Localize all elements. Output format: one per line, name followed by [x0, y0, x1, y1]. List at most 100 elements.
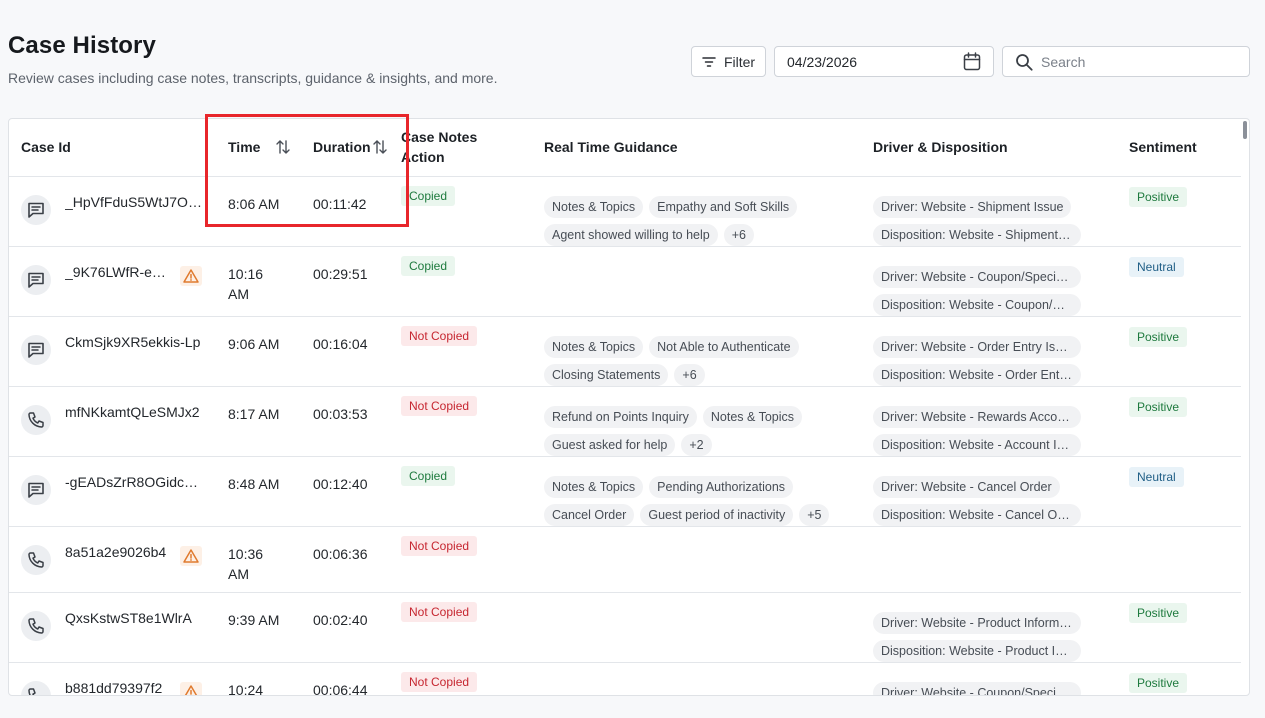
duration-value: 00:16:04 — [313, 335, 368, 352]
driver-tag: Driver: Website - Coupon/Special Offer — [873, 681, 1081, 695]
case-id-cell: 8a51a2e9026b4 — [9, 526, 216, 593]
sentiment-badge: Positive — [1129, 186, 1188, 207]
case-notes-badge: Not Copied — [401, 325, 478, 346]
driver-cell: Driver: Website - Cancel Order Dispositio… — [861, 456, 1117, 527]
guidance-tags: Notes & Topics Not Able to Authenticate Cl… — [544, 327, 864, 386]
sentiment-badge: Neutral — [1129, 466, 1184, 487]
time-cell: 8:48 AM — [216, 456, 301, 527]
case-notes-cell: Not Copied — [398, 592, 532, 663]
case-id-link[interactable]: QxsKstwST8e1WlrA — [65, 610, 203, 626]
guidance-cell: Notes & Topics Empathy and Soft Skills Age… — [532, 176, 864, 247]
case-id-cell: QxsKstwST8e1WlrA — [9, 592, 216, 663]
case-id-link[interactable]: 8a51a2e9026b4 — [65, 544, 167, 560]
more-tags-chip[interactable]: +5 — [799, 503, 830, 526]
warning-triangle-icon — [180, 265, 202, 286]
more-tags-chip[interactable]: +6 — [723, 223, 755, 246]
case-id-cell: _HpVfFduS5WtJ7OsT — [9, 176, 216, 247]
disposition-tag: Disposition: Website - Order Entry Issue — [873, 363, 1081, 386]
case-id-link[interactable]: b881dd79397f2 — [65, 680, 167, 696]
guidance-tag: Notes & Topics — [544, 475, 644, 498]
table-row[interactable]: CkmSjk9XR5ekkis-Lp 9:06 AM 00:16:04 Not … — [9, 316, 1241, 387]
driver-tags — [873, 537, 1093, 546]
case-id-link[interactable]: _HpVfFduS5WtJ7OsT — [65, 194, 203, 210]
sentiment-cell: Positive — [1117, 386, 1241, 457]
case-id-link[interactable]: mfNKkamtQLeSMJx2 — [65, 404, 203, 420]
case-id-link[interactable]: _9K76LWfR-e8Q — [65, 264, 167, 280]
table-row[interactable]: -gEADsZrR8OGidcQw 8:48 AM 00:12:40 Copie… — [9, 456, 1241, 527]
guidance-cell — [532, 662, 861, 695]
table-row[interactable]: 8a51a2e9026b4 10:36 AM 00:06:36 Not Copi… — [9, 526, 1241, 593]
table-scrollbar[interactable] — [1241, 121, 1247, 695]
sentiment-badge: Positive — [1129, 396, 1188, 417]
case-id-cell: CkmSjk9XR5ekkis-Lp — [9, 316, 216, 387]
sort-arrows-icon[interactable] — [275, 139, 291, 155]
table-body: _HpVfFduS5WtJ7OsT 8:06 AM 00:11:42 Copie… — [9, 176, 1241, 696]
sentiment-cell — [1117, 526, 1241, 593]
chat-icon — [21, 194, 51, 225]
table-row[interactable]: b881dd79397f2 10:24 AM 00:06:44 Not Copi… — [9, 662, 1241, 696]
duration-cell: 00:02:40 — [301, 592, 398, 663]
time-cell: 10:36 AM — [216, 526, 301, 593]
date-picker[interactable]: 04/23/2026 — [774, 46, 994, 77]
filter-button[interactable]: Filter — [691, 46, 766, 77]
driver-tag: Driver: Website - Product Information — [873, 611, 1081, 634]
column-header-sentiment: Sentiment — [1117, 119, 1241, 177]
more-tags-chip[interactable]: +2 — [681, 433, 712, 456]
table-row[interactable]: mfNKkamtQLeSMJx2 8:17 AM 00:03:53 Not Co… — [9, 386, 1241, 457]
driver-tags: Driver: Website - Coupon/Special Offer — [873, 673, 1093, 695]
case-notes-cell: Copied — [398, 456, 532, 527]
time-value: 10:16 AM — [228, 265, 264, 302]
guidance-cell: Refund on Points Inquiry Notes & Topics Gu… — [532, 386, 861, 457]
search-input[interactable] — [1041, 53, 1231, 70]
time-value: 8:48 AM — [228, 475, 280, 492]
table-row[interactable]: _9K76LWfR-e8Q 10:16 AM 00:29:51 Copied D… — [9, 246, 1241, 317]
page-title: Case History — [8, 32, 156, 59]
guidance-tags: Notes & Topics Empathy and Soft Skills Age… — [544, 187, 864, 246]
more-tags-chip[interactable]: +6 — [674, 363, 705, 386]
scrollbar-thumb[interactable] — [1243, 121, 1247, 139]
case-id-cell: mfNKkamtQLeSMJx2 — [9, 386, 216, 457]
case-notes-cell: Not Copied — [398, 316, 532, 387]
case-table: Case Id Time Duration Case Notes Action … — [9, 119, 1241, 696]
guidance-cell: Notes & Topics Not Able to Authenticate Cl… — [532, 316, 864, 387]
guidance-tag: Guest period of inactivity — [640, 503, 794, 526]
table-row[interactable]: _HpVfFduS5WtJ7OsT 8:06 AM 00:11:42 Copie… — [9, 176, 1241, 247]
duration-value: 00:29:51 — [313, 265, 368, 282]
disposition-tag: Disposition: Website - Account Issue — [873, 433, 1081, 456]
time-value: 9:39 AM — [228, 611, 280, 628]
case-notes-badge: Not Copied — [401, 535, 478, 556]
column-header-time[interactable]: Time — [216, 119, 301, 177]
driver-tag: Driver: Website - Coupon/Special Offer — [873, 265, 1081, 288]
search-icon — [1015, 53, 1033, 71]
column-header-duration[interactable]: Duration — [301, 119, 398, 177]
guidance-tags: Notes & Topics Pending Authorizations Canc… — [544, 467, 864, 526]
guidance-tag: Notes & Topics — [702, 405, 803, 428]
duration-cell: 00:29:51 — [301, 246, 398, 317]
duration-value: 00:11:42 — [313, 195, 367, 212]
driver-cell: Driver: Website - Rewards Account Disposi… — [861, 386, 1117, 457]
page-subtitle: Review cases including case notes, trans… — [8, 70, 498, 86]
calendar-icon[interactable] — [963, 52, 981, 71]
case-id-link[interactable]: CkmSjk9XR5ekkis-Lp — [65, 334, 203, 350]
duration-value: 00:06:44 — [313, 681, 368, 696]
driver-cell: Driver: Website - Order Entry Issue Dispo… — [861, 316, 1117, 387]
guidance-cell — [532, 526, 861, 593]
phone-icon — [21, 610, 51, 641]
time-cell: 9:06 AM — [216, 316, 301, 387]
column-header-guidance: Real Time Guidance — [532, 119, 861, 177]
time-value: 8:17 AM — [228, 405, 280, 422]
search-box[interactable] — [1002, 46, 1250, 77]
duration-cell: 00:03:53 — [301, 386, 398, 457]
time-value: 10:36 AM — [228, 545, 264, 582]
sentiment-badge: Positive — [1129, 672, 1188, 693]
disposition-tag: Disposition: Website - Cancel Order — [873, 503, 1081, 526]
chat-icon — [21, 264, 51, 295]
driver-tags: Driver: Website - Product Information Dis… — [873, 603, 1093, 662]
sort-arrows-icon[interactable] — [372, 139, 388, 155]
guidance-tag: Cancel Order — [544, 503, 635, 526]
case-id-link[interactable]: -gEADsZrR8OGidcQw — [65, 474, 203, 490]
sentiment-cell: Neutral — [1117, 456, 1241, 527]
table-row[interactable]: QxsKstwST8e1WlrA 9:39 AM 00:02:40 Not Co… — [9, 592, 1241, 663]
sentiment-cell: Positive — [1117, 592, 1241, 663]
sentiment-badge: Neutral — [1129, 256, 1184, 277]
